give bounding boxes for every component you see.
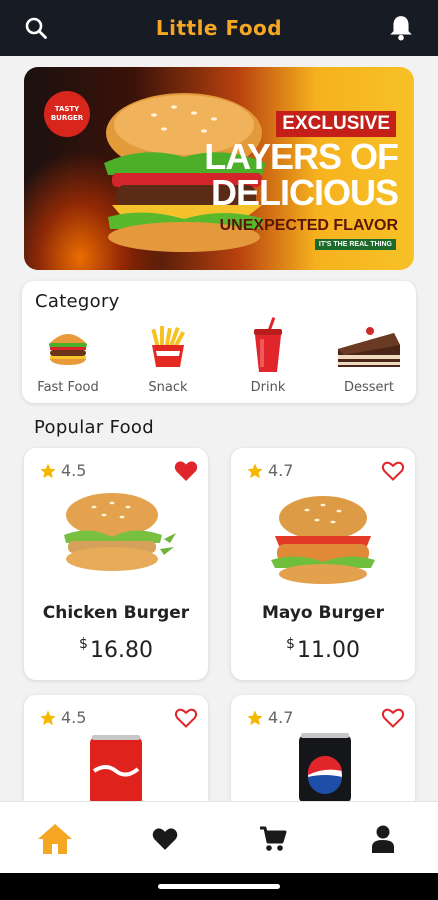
food-card-chicken-burger[interactable]: 4.5 Chicken Burger $16.80 bbox=[24, 448, 208, 680]
rating: 4.7 bbox=[246, 708, 293, 727]
category-fast-food[interactable]: Fast Food bbox=[23, 325, 113, 395]
rating: 4.5 bbox=[39, 708, 86, 727]
rating-value: 4.7 bbox=[268, 708, 294, 727]
pepsi-can-image bbox=[299, 733, 351, 803]
tasty-burger-badge: TASTY BURGER bbox=[44, 91, 90, 137]
category-label: Drink bbox=[250, 380, 286, 395]
currency-symbol: $ bbox=[286, 636, 295, 652]
heart-filled-icon[interactable] bbox=[174, 460, 198, 482]
app-title: Little Food bbox=[155, 16, 283, 40]
food-card-mayo-burger[interactable]: 4.7 Mayo Burger $11.00 bbox=[231, 448, 415, 680]
popular-food-title: Popular Food bbox=[34, 417, 154, 438]
currency-symbol: $ bbox=[79, 636, 88, 652]
category-label: Snack bbox=[148, 380, 188, 395]
nav-favorites[interactable] bbox=[145, 822, 185, 856]
nav-home[interactable] bbox=[35, 822, 75, 856]
food-name: Chicken Burger bbox=[42, 603, 190, 623]
star-icon bbox=[247, 710, 263, 725]
mayo-burger-image bbox=[271, 496, 375, 584]
category-drink[interactable]: Drink bbox=[223, 317, 313, 395]
app-header: Little Food bbox=[0, 0, 438, 56]
price-value: 16.80 bbox=[89, 638, 153, 663]
banner-subheadline: UNEXPECTED FLAVOR bbox=[219, 217, 398, 234]
category-card: Category Fast Food Snack Drink Dessert bbox=[22, 281, 416, 403]
banner-headline: LAYERS OF DELICIOUS bbox=[204, 136, 399, 213]
burger-icon bbox=[49, 334, 87, 365]
chicken-burger-image bbox=[64, 493, 176, 571]
category-snack[interactable]: Snack bbox=[123, 325, 213, 395]
food-price: $11.00 bbox=[231, 636, 415, 663]
category-label: Dessert bbox=[344, 380, 394, 395]
heart-outline-icon[interactable] bbox=[381, 707, 405, 729]
rating-value: 4.7 bbox=[268, 461, 294, 480]
bell-icon[interactable] bbox=[388, 14, 414, 42]
system-home-bar bbox=[0, 873, 438, 900]
category-label: Fast Food bbox=[37, 380, 99, 395]
fries-icon bbox=[151, 326, 185, 367]
heart-icon bbox=[152, 828, 178, 850]
food-price: $16.80 bbox=[24, 636, 208, 663]
cart-icon bbox=[260, 826, 287, 851]
star-icon bbox=[247, 463, 263, 478]
category-title: Category bbox=[35, 291, 120, 312]
bottom-navigation bbox=[0, 801, 438, 873]
rating-value: 4.5 bbox=[61, 461, 87, 480]
promo-banner[interactable]: TASTY BURGER EXCLUSIVE LAYERS OF DELICIO… bbox=[24, 67, 414, 270]
banner-headline-line-1: LAYERS OF bbox=[204, 136, 399, 177]
coca-cola-can-image bbox=[90, 735, 142, 805]
nav-profile[interactable] bbox=[363, 822, 403, 856]
cake-icon bbox=[338, 327, 400, 367]
star-icon bbox=[40, 710, 56, 725]
home-indicator[interactable] bbox=[158, 884, 280, 889]
rating: 4.7 bbox=[246, 461, 293, 480]
user-icon bbox=[372, 825, 394, 853]
rating: 4.5 bbox=[39, 461, 86, 480]
nav-cart[interactable] bbox=[253, 822, 293, 856]
heart-outline-icon[interactable] bbox=[381, 460, 405, 482]
price-value: 11.00 bbox=[296, 638, 360, 663]
food-name: Mayo Burger bbox=[261, 603, 385, 623]
search-icon[interactable] bbox=[24, 16, 48, 40]
banner-exclusive: EXCLUSIVE bbox=[276, 111, 396, 137]
home-icon bbox=[38, 824, 72, 854]
soda-cup-icon bbox=[254, 317, 282, 372]
star-icon bbox=[40, 463, 56, 478]
category-dessert[interactable]: Dessert bbox=[324, 325, 414, 395]
heart-outline-icon[interactable] bbox=[174, 707, 198, 729]
banner-headline-line-2: DELICIOUS bbox=[210, 172, 399, 213]
banner-tagline: IT'S THE REAL THING bbox=[314, 239, 396, 250]
rating-value: 4.5 bbox=[61, 708, 87, 727]
